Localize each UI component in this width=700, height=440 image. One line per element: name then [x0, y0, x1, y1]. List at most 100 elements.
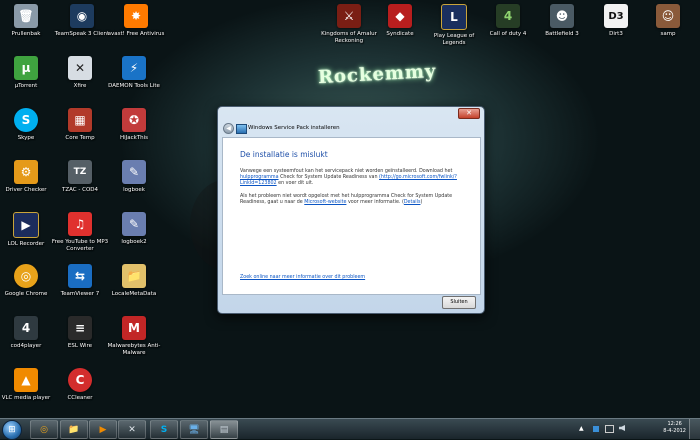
- document-icon: ✎: [122, 212, 146, 236]
- desktop-icon-league-of-legends[interactable]: L Play League of Legends: [424, 4, 484, 47]
- desktop-icon-xfire[interactable]: ✕ Xfire: [50, 56, 110, 90]
- desktop-icon-label: VLC media player: [1, 395, 51, 401]
- desktop-icon-label: logboek: [123, 187, 145, 193]
- desktop-icon-label: Play League of Legends: [433, 33, 475, 46]
- desktop-icon-label: Skype: [17, 135, 35, 141]
- dialog-content: De installatie is mislukt Vanwege een sy…: [222, 137, 481, 295]
- desktop-icon-samp[interactable]: ☺ samp: [638, 4, 698, 38]
- desktop-icon-malwarebytes[interactable]: M Malwarebytes Anti-Malware: [104, 316, 164, 357]
- desktop-icon-vlc[interactable]: ▲ VLC media player: [0, 368, 56, 402]
- desktop-icon-label: Google Chrome: [4, 291, 48, 297]
- back-arrow-icon[interactable]: ◀: [223, 123, 234, 134]
- desktop-icon-ccleaner[interactable]: C CCleaner: [50, 368, 110, 402]
- avast-icon: ✸: [124, 4, 148, 28]
- taskbar: ⊞ ◎ 📁 ▶ ✕ S 🖥 ▤ ▲ 12:26 8-4-2012: [0, 418, 700, 440]
- taskbar-button-xfire[interactable]: ✕: [118, 420, 146, 439]
- lol-recorder-icon: ▶: [13, 212, 39, 238]
- folder-icon: 📁: [68, 424, 80, 435]
- desktop-icon-label: Dirt3: [609, 31, 623, 37]
- desktop-icon-localemetadata[interactable]: 📁 LocaleMetaData: [104, 264, 164, 298]
- service-pack-dialog: ✕ ◀ Windows Service Pack installeren De …: [217, 106, 485, 314]
- utorrent-icon: µ: [14, 56, 38, 80]
- desktop-icon-daemon-tools[interactable]: ⚡ DAEMON Tools Lite: [102, 56, 166, 90]
- desktop-icon-label: Syndicate: [386, 31, 414, 37]
- taskbar-button-remote-desktop[interactable]: 🖥: [180, 420, 208, 439]
- desktop-icon-battlefield-3[interactable]: ☻ Battlefield 3: [532, 4, 592, 38]
- desktop-icon-label: TeamSpeak 3 Client: [54, 31, 110, 37]
- help-message: Als het probleem niet wordt opgelost met…: [240, 194, 466, 206]
- xfire-icon: ✕: [68, 56, 92, 80]
- desktop-icon-label: CCleaner: [67, 395, 93, 401]
- desktop-icon-cod4player[interactable]: 4 cod4player: [0, 316, 56, 350]
- desktop-icon-logboek2[interactable]: ✎ logboek2: [104, 212, 164, 246]
- error-text: en voer dit uit.: [278, 181, 314, 187]
- desktop-icon-label: cod4player: [10, 343, 42, 349]
- clock-time: 12:26: [667, 421, 682, 427]
- desktop-icon-label: TeamViewer 7: [60, 291, 100, 297]
- action-center-icon[interactable]: [593, 426, 599, 432]
- samp-icon: ☺: [656, 4, 680, 28]
- microsoft-website-link[interactable]: Microsoft-website: [304, 200, 346, 205]
- desktop-icon-hijackthis[interactable]: ✪ HiJackThis: [104, 108, 164, 142]
- desktop-icon-label: Battlefield 3: [545, 31, 579, 37]
- error-message: Vanwege een systeemfout kan het servicep…: [240, 169, 466, 188]
- start-button[interactable]: ⊞: [2, 420, 22, 440]
- desktop-icon-driver-checker[interactable]: ⚙ Driver Checker: [0, 160, 56, 194]
- taskbar-button-windows-update[interactable]: ▤: [210, 420, 238, 439]
- desktop-icon-label: avast! Free Antivirus: [107, 31, 165, 37]
- desktop-icon-esl-wire[interactable]: ≡ ESL Wire: [50, 316, 110, 350]
- show-desktop-button[interactable]: [689, 419, 700, 439]
- desktop-icon-label: LOL Recorder: [7, 241, 45, 247]
- clock[interactable]: 12:26 8-4-2012: [663, 421, 686, 435]
- dialog-title: Windows Service Pack installeren: [248, 125, 340, 131]
- taskbar-button-media-player[interactable]: ▶: [89, 420, 117, 439]
- desktop-icon-recycle-bin[interactable]: 🗑 Prullenbak: [0, 4, 56, 38]
- desktop-icon-label: Xfire: [73, 83, 87, 89]
- online-info-link[interactable]: Zoek online naar meer informatie over di…: [240, 275, 365, 280]
- taskbar-button-explorer[interactable]: 📁: [60, 420, 88, 439]
- desktop-icon-logboek[interactable]: ✎ logboek: [104, 160, 164, 194]
- taskbar-button-chrome[interactable]: ◎: [30, 420, 58, 439]
- teamviewer-icon: ⇆: [68, 264, 92, 288]
- help-text: voor meer informatie. (: [347, 200, 404, 206]
- desktop-icon-label: DAEMON Tools Lite: [108, 83, 160, 89]
- details-link[interactable]: Details: [404, 200, 421, 205]
- show-hidden-icons-button[interactable]: ▲: [579, 425, 584, 432]
- desktop-icon-dirt3[interactable]: D3 Dirt3: [586, 4, 646, 38]
- esl-wire-icon: ≡: [68, 316, 92, 340]
- vlc-icon: ▲: [14, 368, 38, 392]
- chrome-icon: ◎: [40, 424, 48, 435]
- desktop-icon-label: TZAC - COD4: [61, 187, 99, 193]
- close-button[interactable]: Sluiten: [442, 296, 476, 309]
- document-icon: ✎: [122, 160, 146, 184]
- tzac-icon: TZ: [68, 160, 92, 184]
- desktop-icon-label: samp: [660, 31, 676, 37]
- desktop-icon-avast[interactable]: ✸ avast! Free Antivirus: [104, 4, 168, 38]
- desktop-icon-label: LocaleMetaData: [111, 291, 157, 297]
- desktop-icon-label: logboek2: [121, 239, 147, 245]
- ccleaner-icon: C: [68, 368, 92, 392]
- desktop-icon-label: ESL Wire: [67, 343, 93, 349]
- desktop-icon-youtube-mp3[interactable]: ♫ Free YouTube to MP3 Converter: [48, 212, 112, 253]
- folder-icon: 📁: [122, 264, 146, 288]
- call-of-duty-4-icon: 4: [496, 4, 520, 28]
- network-icon[interactable]: [605, 425, 614, 433]
- desktop-icon-chrome[interactable]: ◎ Google Chrome: [0, 264, 56, 298]
- battlefield-3-icon: ☻: [550, 4, 574, 28]
- desktop-icon-syndicate[interactable]: ◆ Syndicate: [370, 4, 430, 38]
- desktop-icon-call-of-duty-4[interactable]: 4 Call of duty 4: [478, 4, 538, 38]
- league-of-legends-icon: L: [441, 4, 467, 30]
- clock-date: 8-4-2012: [663, 428, 686, 434]
- desktop-icon-utorrent[interactable]: µ μTorrent: [0, 56, 56, 90]
- tool-link[interactable]: hulpprogramma: [240, 175, 279, 180]
- recycle-bin-icon: 🗑: [14, 4, 38, 28]
- taskbar-button-skype[interactable]: S: [150, 420, 178, 439]
- dialog-close-button[interactable]: ✕: [458, 108, 480, 119]
- desktop-icon-tzac[interactable]: TZ TZAC - COD4: [50, 160, 110, 194]
- desktop-icon-core-temp[interactable]: ▦ Core Temp: [50, 108, 110, 142]
- desktop-icon-teamviewer[interactable]: ⇆ TeamViewer 7: [50, 264, 110, 298]
- desktop-icon-skype[interactable]: S Skype: [0, 108, 56, 142]
- volume-icon[interactable]: [619, 425, 625, 431]
- teamspeak-icon: ◉: [70, 4, 94, 28]
- desktop-icon-label: Prullenbak: [11, 31, 41, 37]
